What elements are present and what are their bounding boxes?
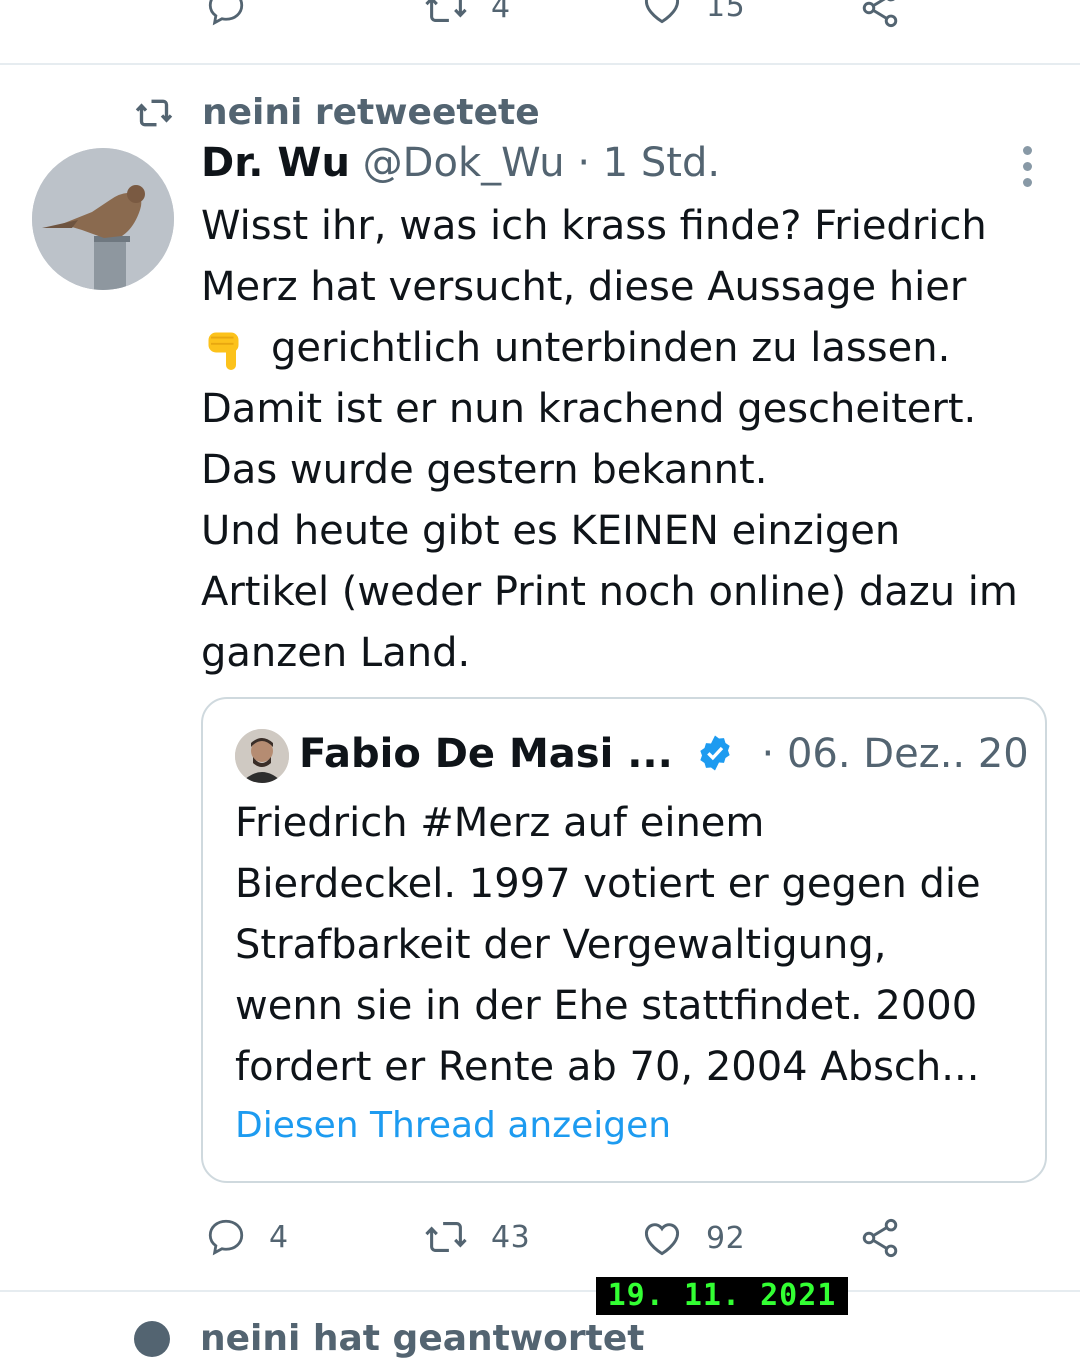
quoted-author-name[interactable]: Fabio De Masi ... (299, 731, 673, 777)
tweet-line: Wisst ihr, was ich krass finde? Friedric… (201, 203, 987, 249)
heart-icon (644, 1223, 680, 1256)
more-dot (1022, 178, 1032, 187)
retweet-context[interactable]: neini retweetete (134, 92, 540, 133)
tweet-line: gerichtlich unterbinden zu lassen. (271, 325, 951, 371)
prev-reply-button[interactable] (205, 0, 247, 28)
tweet-text: Wisst ihr, was ich krass finde? Friedric… (201, 196, 1061, 684)
share-icon (862, 0, 898, 28)
quoted-line: fordert er Rente ab 70, 2004 Absch... (235, 1044, 980, 1090)
share-button[interactable] (858, 1216, 902, 1260)
tweet-time[interactable]: 1 Std. (603, 140, 720, 186)
reply-context-icon (134, 1320, 170, 1357)
reply-context-label: neini hat geantwortet (200, 1318, 645, 1359)
tweet-line: ganzen Land. (201, 630, 471, 676)
prev-like-button[interactable]: 15 (640, 0, 745, 28)
like-count: 92 (706, 1220, 746, 1256)
reply-icon (208, 0, 244, 26)
quoted-header: Fabio De Masi ... · 06. Dez.. 20 (299, 731, 1029, 777)
reply-context[interactable]: neini hat geantwortet (134, 1318, 644, 1359)
pointing-down-emoji-icon (208, 332, 239, 370)
reply-icon (208, 1219, 244, 1256)
prev-retweet-count: 4 (491, 0, 511, 25)
prev-share-button[interactable] (858, 0, 902, 30)
more-dot (1022, 162, 1032, 171)
more-options-button[interactable] (1016, 146, 1038, 194)
tweet-line: Und heute gibt es KEINEN einzigen (201, 508, 901, 554)
prev-retweet-button[interactable]: 4 (423, 0, 511, 30)
quoted-separator: · (761, 731, 775, 777)
tweet-header: Dr. Wu @Dok_Wu · 1 Std. (201, 140, 720, 186)
tweet-line: Damit ist er nun krachend gescheitert. (201, 386, 977, 432)
prev-like-count: 15 (706, 0, 746, 24)
tweet-divider (0, 63, 1080, 65)
heart-icon (644, 0, 680, 24)
tweet-line: Merz hat versucht, diese Aussage hier (201, 264, 967, 310)
verified-badge-icon (700, 735, 730, 771)
date-stamp-overlay: 19. 11. 2021 (596, 1277, 848, 1315)
tweet-line: Das wurde gestern bekannt. (201, 447, 768, 493)
quoted-line: Strafbarkeit der Vergewaltigung, (235, 922, 887, 968)
share-icon (862, 1218, 898, 1258)
retweet-icon (425, 0, 467, 22)
retweet-icon (135, 99, 173, 126)
header-separator: · (577, 140, 591, 186)
kestrel-bird-avatar-image (32, 148, 174, 290)
like-button[interactable]: 92 (640, 1216, 745, 1260)
quoted-author-avatar (235, 729, 289, 783)
more-dot (1022, 146, 1032, 155)
tweet-line: Artikel (weder Print noch online) dazu i… (201, 569, 1018, 615)
quoted-line: wenn sie in der Ehe stattfindet. 2000 (235, 983, 978, 1029)
retweet-count: 43 (491, 1219, 531, 1255)
quoted-line: Friedrich #Merz auf einem (235, 800, 765, 846)
retweet-button[interactable]: 43 (423, 1214, 530, 1260)
show-thread-link[interactable]: Diesen Thread anzeigen (235, 1105, 671, 1146)
avatar[interactable] (32, 148, 174, 290)
quoted-text: Friedrich #Merz auf einem Bierdeckel. 19… (235, 793, 981, 1098)
retweet-icon (425, 1222, 467, 1252)
retweet-context-label: neini retweetete (202, 92, 540, 133)
author-handle[interactable]: @Dok_Wu (363, 140, 565, 186)
reply-button[interactable]: 4 (205, 1216, 289, 1258)
tweet-line-with-emoji: gerichtlich unterbinden zu lassen. (201, 318, 1061, 379)
author-name[interactable]: Dr. Wu (201, 140, 350, 186)
reply-count: 4 (269, 1219, 289, 1255)
quoted-date[interactable]: 06. Dez.. 20 (787, 731, 1029, 777)
person-avatar-image (235, 729, 289, 783)
quoted-line: Bierdeckel. 1997 votiert er gegen die (235, 861, 981, 907)
quoted-tweet-card[interactable]: Fabio De Masi ... · 06. Dez.. 20 Friedri… (201, 697, 1047, 1183)
tweet-divider (0, 1290, 1080, 1292)
